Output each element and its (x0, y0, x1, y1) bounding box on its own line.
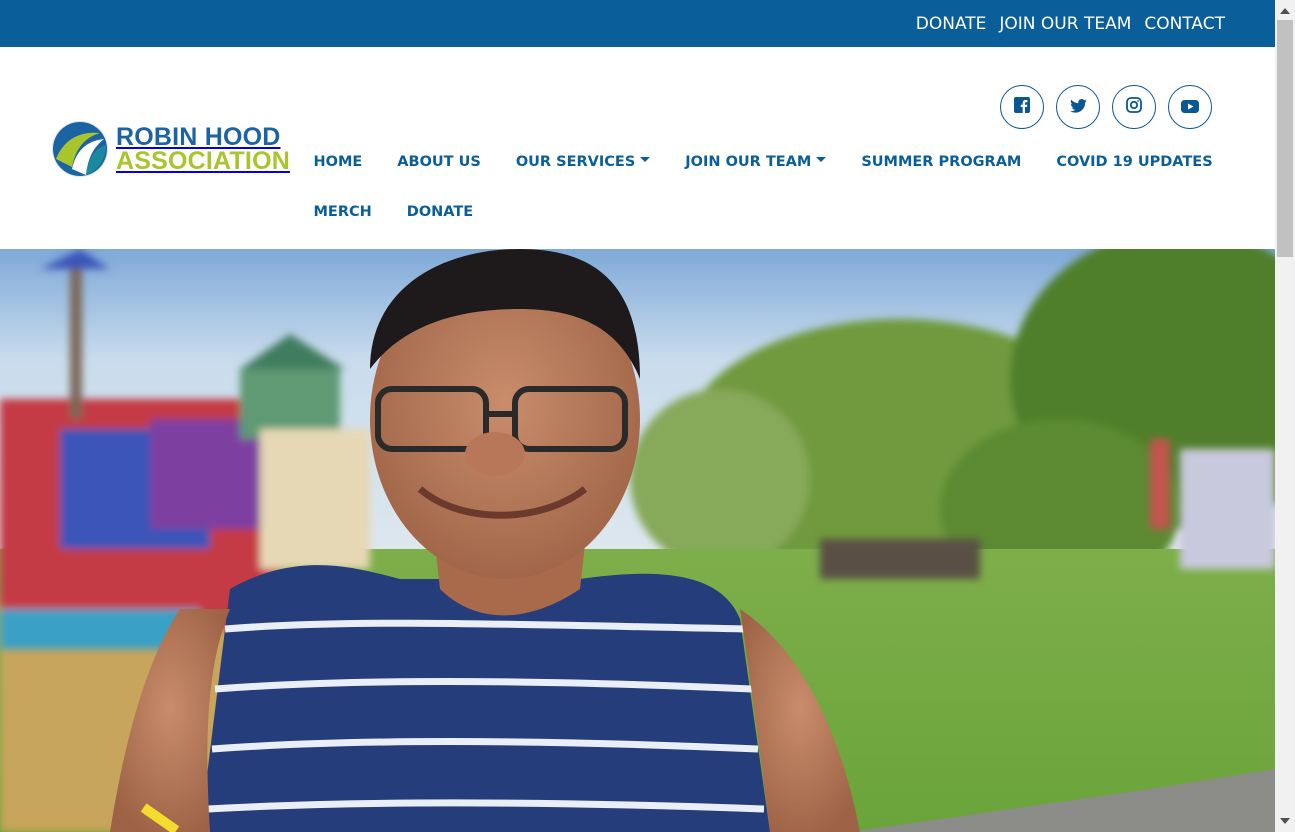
hero-photo-illustration (0, 249, 1275, 832)
utility-link-join-our-team[interactable]: JOIN OUR TEAM (999, 14, 1131, 34)
nav-item-label: MERCH (313, 204, 372, 220)
nav-item-join-our-team[interactable]: JOIN OUR TEAM (668, 154, 844, 170)
utility-links: DONATE JOIN OUR TEAM CONTACT (916, 0, 1225, 47)
logo-emblem-icon (50, 119, 110, 179)
nav-item-label: JOIN OUR TEAM (685, 154, 812, 170)
nav-item-label: HOME (313, 154, 363, 170)
twitter-button[interactable] (1056, 85, 1100, 129)
youtube-button[interactable] (1168, 85, 1212, 129)
nav-item-covid-19-updates[interactable]: COVID 19 UPDATES (1039, 154, 1230, 170)
nav-item-label: ABOUT US (397, 154, 481, 170)
logo-line-2: ASSOCIATION (116, 146, 290, 175)
top-utility-bar: DONATE JOIN OUR TEAM CONTACT (0, 0, 1275, 47)
youtube-icon (1181, 98, 1199, 117)
utility-link-donate[interactable]: DONATE (916, 14, 987, 34)
page-viewport: DONATE JOIN OUR TEAM CONTACT ROBIN HOOD … (0, 0, 1275, 832)
instagram-button[interactable] (1112, 85, 1156, 129)
hero-image (0, 249, 1275, 832)
main-navigation: HOME ABOUT US OUR SERVICES JOIN OUR TEAM… (296, 143, 1213, 231)
nav-item-label: SUMMER PROGRAM (861, 154, 1022, 170)
vertical-scrollbar[interactable] (1275, 0, 1295, 832)
site-header: ROBIN HOOD ASSOCIATION HOME ABOUT US OUR… (0, 47, 1275, 249)
dropdown-caret-icon (640, 156, 651, 162)
nav-item-label: OUR SERVICES (515, 154, 636, 170)
social-links (1000, 85, 1212, 129)
nav-item-merch[interactable]: MERCH (296, 204, 389, 220)
nav-item-home[interactable]: HOME (296, 154, 380, 170)
logo-wordmark: ROBIN HOOD ASSOCIATION (116, 122, 290, 175)
nav-item-label: COVID 19 UPDATES (1056, 154, 1213, 170)
facebook-button[interactable] (1000, 85, 1044, 129)
nav-row-2: MERCH DONATE (296, 193, 1176, 231)
nav-item-our-services[interactable]: OUR SERVICES (498, 154, 667, 170)
site-logo[interactable]: ROBIN HOOD ASSOCIATION (50, 117, 290, 181)
twitter-icon (1069, 98, 1087, 117)
facebook-icon (1014, 97, 1030, 117)
nav-item-about-us[interactable]: ABOUT US (380, 154, 499, 170)
nav-item-summer-program[interactable]: SUMMER PROGRAM (844, 154, 1039, 170)
utility-link-contact[interactable]: CONTACT (1144, 14, 1225, 34)
nav-row-1: HOME ABOUT US OUR SERVICES JOIN OUR TEAM… (296, 143, 1213, 181)
logo-line-1: ROBIN HOOD (116, 122, 281, 151)
nav-item-label: DONATE (406, 204, 474, 220)
instagram-icon (1126, 97, 1142, 117)
scroll-up-arrow-icon[interactable] (1275, 2, 1295, 20)
nav-item-donate[interactable]: DONATE (389, 204, 490, 220)
scrollbar-thumb[interactable] (1277, 20, 1293, 257)
scroll-down-arrow-icon[interactable] (1275, 812, 1295, 830)
dropdown-caret-icon (816, 156, 827, 162)
